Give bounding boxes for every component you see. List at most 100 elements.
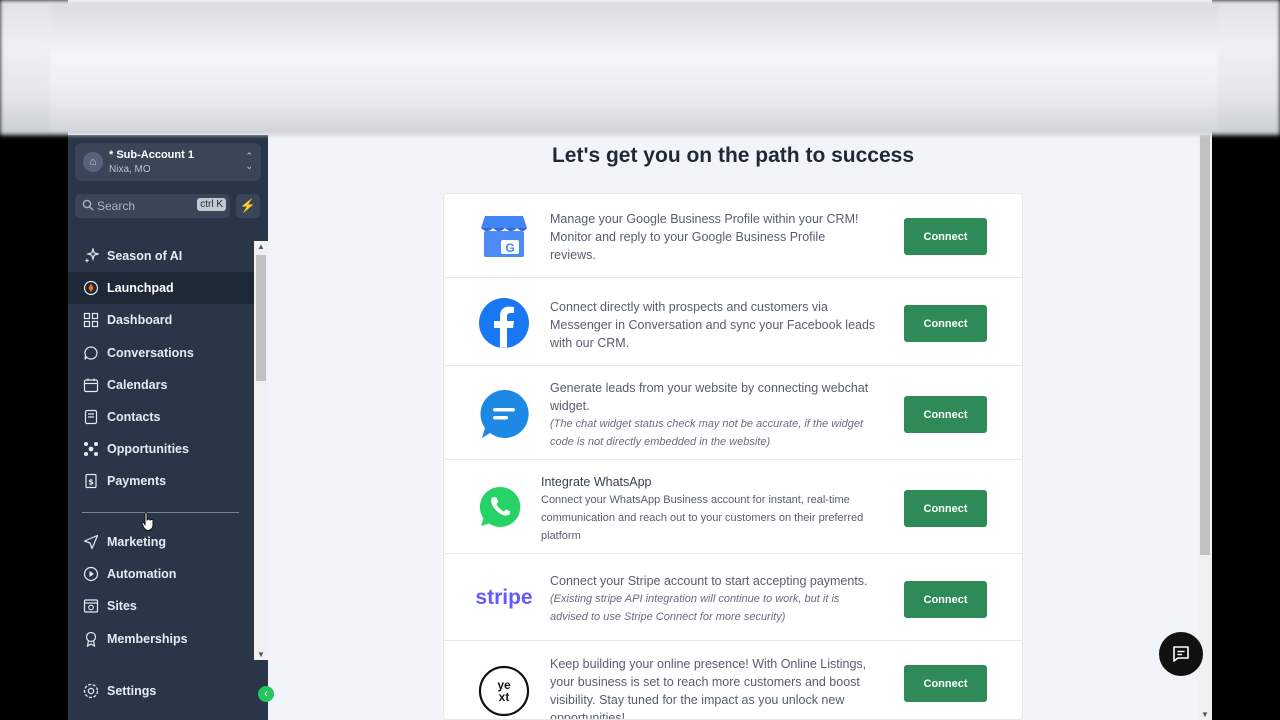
- whatsapp-icon: [472, 479, 528, 535]
- contacts-icon: [82, 408, 100, 426]
- integration-row-yext: ye xt Keep building your online presence!…: [444, 641, 1022, 720]
- sidebar-item-label: Memberships: [107, 631, 188, 646]
- grid-icon: [82, 311, 100, 329]
- sidebar-item-dashboard[interactable]: Dashboard: [68, 304, 254, 336]
- rocket-icon: [82, 279, 100, 297]
- payments-icon: $: [82, 472, 100, 490]
- chat-bubble-icon: [82, 344, 100, 362]
- connect-webchat-button[interactable]: Connect: [904, 396, 987, 433]
- webchat-bubble-icon: [476, 386, 532, 442]
- sidebar-item-label: Opportunities: [107, 442, 189, 457]
- connect-google-button[interactable]: Connect: [904, 218, 987, 255]
- sidebar-item-opportunities[interactable]: Opportunities: [68, 433, 254, 465]
- sidebar-item-label: Dashboard: [107, 313, 173, 328]
- collapse-sidebar-chevron-icon[interactable]: ‹: [258, 686, 274, 702]
- sidebar-item-season-of-ai[interactable]: Season of AI: [68, 240, 254, 272]
- main-scrollbar[interactable]: ▼: [1198, 135, 1212, 720]
- search-shortcut: ctrl K: [197, 198, 226, 211]
- blurred-header: [0, 0, 1280, 135]
- location-icon: ⌂: [83, 152, 103, 172]
- sidebar-item-label: Automation: [107, 567, 177, 582]
- yext-logo: ye xt: [476, 663, 532, 719]
- search-placeholder: Search: [97, 199, 136, 213]
- sidebar-item-label: Payments: [107, 474, 167, 489]
- scroll-up-arrow-icon[interactable]: ▲: [257, 242, 265, 251]
- sidebar-item-label: Season of AI: [107, 249, 183, 264]
- integration-title: Integrate WhatsApp: [541, 475, 652, 489]
- integration-row-facebook: Connect directly with prospects and cust…: [444, 278, 1022, 366]
- account-location: Nixa, MO: [109, 164, 151, 175]
- sidebar-item-marketing[interactable]: Marketing: [68, 526, 254, 558]
- svg-text:G: G: [505, 241, 514, 255]
- connect-yext-button[interactable]: Connect: [904, 665, 987, 702]
- membership-icon: [82, 630, 100, 648]
- sidebar-item-label: Marketing: [107, 535, 167, 550]
- google-business-icon: G: [476, 208, 532, 264]
- scroll-down-arrow-icon[interactable]: ▼: [257, 650, 265, 659]
- integration-description: Integrate WhatsApp Connect your WhatsApp…: [541, 473, 871, 545]
- sidebar-item-automation[interactable]: Automation: [68, 558, 254, 590]
- sidebar-item-payments[interactable]: $ Payments: [68, 465, 254, 497]
- integration-row-webchat: Generate leads from your website by conn…: [444, 366, 1022, 460]
- page-title: Let's get you on the path to success: [551, 144, 915, 167]
- nav-divider: [82, 512, 239, 513]
- hand-cursor-icon: [141, 512, 154, 532]
- secondary-nav: Marketing Automation Sites Memberships: [68, 526, 254, 655]
- integration-note: (The chat widget status check may not be…: [550, 418, 864, 448]
- sites-icon: [82, 597, 100, 615]
- scroll-down-arrow-icon[interactable]: ▼: [1201, 710, 1209, 719]
- integration-description: Manage your Google Business Profile with…: [550, 212, 859, 262]
- quick-action-bolt-icon[interactable]: ⚡: [236, 194, 260, 218]
- sidebar-item-calendars[interactable]: Calendars: [68, 369, 254, 401]
- sidebar-item-conversations[interactable]: Conversations: [68, 337, 254, 369]
- gear-icon: [83, 683, 99, 699]
- integration-note: (Existing stripe API integration will co…: [550, 593, 840, 623]
- integration-description: Connect directly with prospects and cust…: [550, 300, 876, 350]
- main-scroll-thumb[interactable]: [1200, 135, 1210, 555]
- sidebar-item-label: Launchpad: [107, 281, 174, 296]
- sidebar-item-label: Contacts: [107, 410, 161, 425]
- opportunities-icon: [82, 440, 100, 458]
- connect-whatsapp-button[interactable]: Connect: [904, 490, 987, 527]
- sidebar-item-label: Sites: [107, 599, 137, 614]
- sidebar-scroll-thumb[interactable]: [256, 255, 266, 381]
- account-name: * Sub-Account 1: [109, 149, 194, 161]
- integration-description: Connect your Stripe account to start acc…: [550, 572, 880, 626]
- integration-text: Connect your Stripe account to start acc…: [550, 574, 868, 588]
- sidebar-item-label: Settings: [107, 684, 157, 698]
- calendar-icon: [82, 376, 100, 394]
- sparkle-icon: [82, 247, 100, 265]
- automation-icon: [82, 565, 100, 583]
- sidebar-item-label: Conversations: [107, 345, 194, 360]
- sidebar-item-label: Calendars: [107, 377, 168, 392]
- integration-text: Generate leads from your website by conn…: [550, 381, 869, 413]
- connect-facebook-button[interactable]: Connect: [904, 305, 987, 342]
- account-switcher[interactable]: ⌂ * Sub-Account 1 Nixa, MO ⌃ ⌄: [75, 143, 261, 181]
- sidebar-item-settings[interactable]: Settings: [82, 682, 156, 700]
- chat-widget-button[interactable]: [1159, 632, 1203, 676]
- sidebar-item-launchpad[interactable]: Launchpad: [68, 272, 254, 305]
- integration-description: Keep building your online presence! With…: [550, 657, 867, 720]
- sidebar-scrollbar[interactable]: ▲ ▼: [254, 241, 268, 660]
- facebook-icon: [476, 295, 532, 351]
- svg-text:$: $: [88, 478, 94, 487]
- connect-stripe-button[interactable]: Connect: [904, 581, 987, 618]
- stripe-logo: stripe: [475, 586, 533, 609]
- search-input[interactable]: Search ctrl K: [75, 194, 230, 218]
- integration-text: Connect your WhatsApp Business account f…: [541, 494, 864, 542]
- integration-row-stripe: stripe Connect your Stripe account to st…: [444, 554, 1022, 641]
- message-icon: [1173, 646, 1189, 662]
- integration-row-google: G Manage your Google Business Profile wi…: [444, 194, 1022, 278]
- integration-row-whatsapp: Integrate WhatsApp Connect your WhatsApp…: [444, 460, 1022, 554]
- sidebar-item-memberships[interactable]: Memberships: [68, 623, 254, 655]
- sidebar: ⌂ * Sub-Account 1 Nixa, MO ⌃ ⌄ Search ctr…: [68, 135, 274, 720]
- integrations-card: G Manage your Google Business Profile wi…: [443, 193, 1023, 720]
- yext-logo-text: ye xt: [497, 678, 511, 704]
- search-icon: [82, 199, 94, 211]
- sidebar-item-contacts[interactable]: Contacts: [68, 401, 254, 433]
- primary-nav: Season of AI Launchpad Dashboard Convers…: [68, 240, 254, 498]
- send-icon: [82, 533, 100, 551]
- sidebar-item-sites[interactable]: Sites: [68, 590, 254, 622]
- chevron-updown-icon: ⌃ ⌄: [245, 151, 253, 171]
- integration-description: Generate leads from your website by conn…: [550, 379, 880, 451]
